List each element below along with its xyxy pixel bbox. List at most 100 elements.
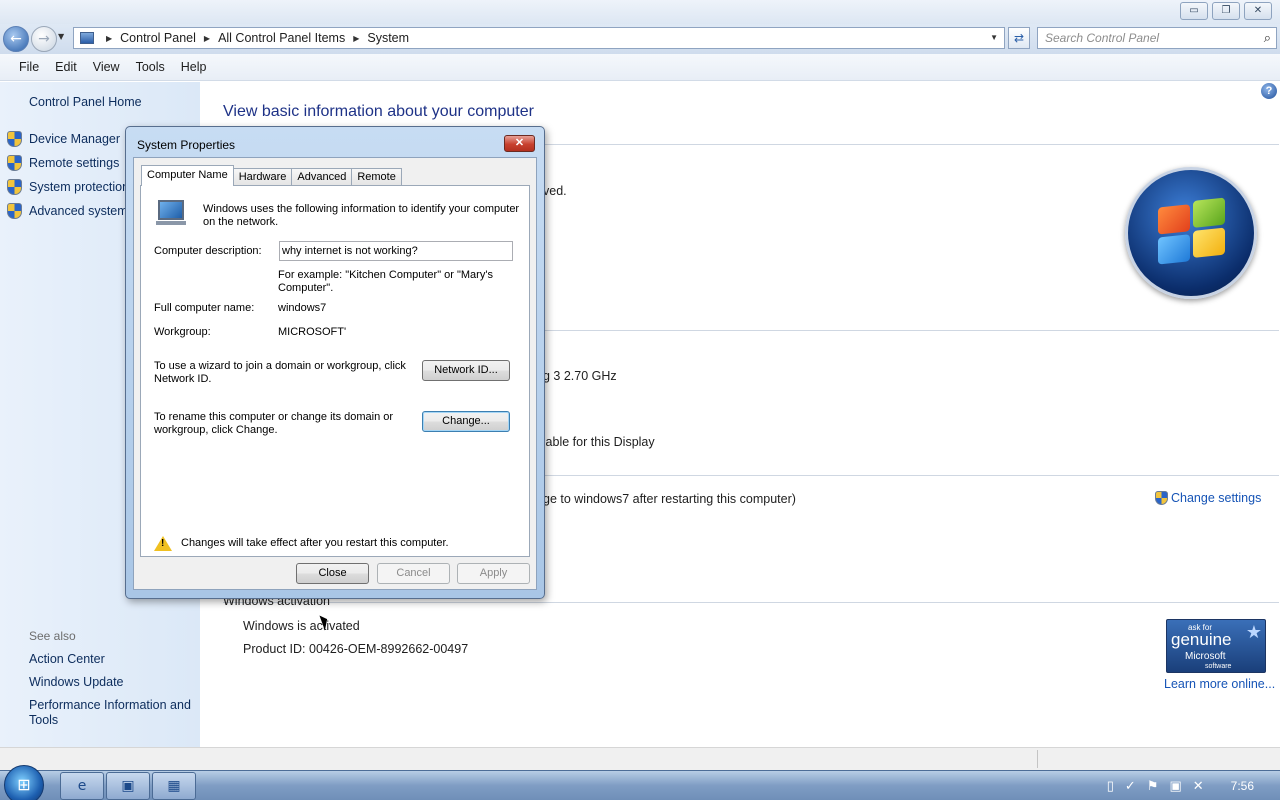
help-icon[interactable]: ? — [1261, 83, 1277, 99]
sidebar-item-label: Remote settings — [29, 156, 120, 170]
close-dialog-button[interactable]: Close — [296, 563, 369, 584]
breadcrumb-chevron-icon[interactable]: ▶ — [204, 34, 210, 43]
menu-tools[interactable]: Tools — [136, 60, 165, 74]
volume-muted-icon[interactable]: ✕ — [1193, 778, 1204, 794]
change-instructions: To rename this computer or change its do… — [154, 411, 394, 436]
activation-status: Windows is activated — [243, 619, 360, 633]
menu-file[interactable]: File — [19, 60, 39, 74]
computer-description-label: Computer description: — [154, 245, 262, 257]
close-button[interactable]: ✕ — [1244, 2, 1272, 20]
tab-advanced[interactable]: Advanced — [291, 168, 353, 186]
network-id-instructions: To use a wizard to join a domain or work… — [154, 360, 406, 385]
internet-explorer-icon: e — [77, 778, 87, 794]
sidebar-item-label: Device Manager — [29, 132, 121, 146]
tab-remote[interactable]: Remote — [351, 168, 402, 186]
start-button[interactable]: ⊞ — [4, 765, 44, 800]
status-divider — [1037, 750, 1038, 768]
recent-pages-dropdown-icon[interactable]: ▼ — [58, 32, 64, 41]
dialog-body: Computer Name Hardware Advanced Remote W… — [133, 157, 537, 590]
cancel-button[interactable]: Cancel — [377, 563, 450, 584]
address-dropdown-icon[interactable]: ▼ — [990, 33, 998, 42]
genuine-software: software — [1205, 663, 1232, 670]
sidebar-item-advanced-system[interactable]: Advanced system — [7, 203, 128, 219]
windows-flag-icon — [1158, 197, 1226, 265]
performance-info-link[interactable]: Performance Information and Tools — [29, 698, 194, 728]
taskbar-windows-explorer[interactable]: ▣ — [106, 772, 150, 800]
windows-logo — [1125, 167, 1257, 299]
genuine-microsoft: Microsoft — [1185, 651, 1226, 662]
taskbar-internet-explorer[interactable]: e — [60, 772, 104, 800]
shield-icon — [7, 131, 22, 147]
dialog-title: System Properties — [137, 138, 236, 152]
divider — [223, 602, 1279, 603]
restart-warning: Changes will take effect after you resta… — [181, 537, 449, 549]
display-icon[interactable]: ▣ — [1169, 778, 1181, 794]
sidebar-item-system-protection[interactable]: System protection — [7, 179, 129, 195]
system-tray: ▯ ✓ ⚑ ▣ ✕ 7:56 — [1107, 771, 1280, 800]
taskbar: ⊞ e ▣ ▦ ▯ ✓ ⚑ ▣ ✕ 7:56 — [0, 765, 1280, 800]
window-title-bar: ▭ ❐ ✕ — [0, 0, 1280, 24]
minimize-button[interactable]: ▭ — [1180, 2, 1208, 20]
page-title: View basic information about your comput… — [223, 103, 534, 120]
windows-update-link[interactable]: Windows Update — [29, 675, 194, 690]
computer-icon — [156, 200, 188, 226]
sidebar-item-label: Advanced system — [29, 204, 128, 218]
forward-button[interactable]: → — [31, 26, 57, 52]
taskbar-control-panel[interactable]: ▦ — [152, 772, 196, 800]
breadcrumb-chevron-icon[interactable]: ▶ — [353, 34, 359, 43]
folder-icon: ▣ — [121, 778, 135, 794]
menu-help[interactable]: Help — [181, 60, 207, 74]
dialog-close-button[interactable]: ✕ — [504, 135, 535, 152]
breadcrumb-chevron-icon[interactable]: ▶ — [106, 34, 112, 43]
change-settings-link[interactable]: Change settings — [1155, 491, 1261, 505]
change-button[interactable]: Change... — [422, 411, 510, 432]
search-icon[interactable]: ⌕ — [1264, 30, 1271, 46]
genuine-word: genuine — [1171, 630, 1232, 649]
tab-computer-name[interactable]: Computer Name — [141, 165, 234, 186]
computer-name-panel: Windows uses the following information t… — [140, 185, 530, 557]
refresh-button[interactable]: ⇄ — [1008, 27, 1030, 49]
sidebar-item-device-manager[interactable]: Device Manager — [7, 131, 120, 147]
system-properties-dialog: System Properties ✕ Computer Name Hardwa… — [125, 126, 545, 599]
clock[interactable]: 7:56 — [1231, 779, 1254, 793]
network-id-button[interactable]: Network ID... — [422, 360, 510, 381]
sidebar-item-label: System protection — [29, 180, 130, 194]
workgroup-value: MICROSOFT' — [278, 326, 347, 338]
maximize-button[interactable]: ❐ — [1212, 2, 1240, 20]
control-panel-home-link[interactable]: Control Panel Home — [29, 95, 142, 109]
address-bar[interactable]: ▶ Control Panel ▶ All Control Panel Item… — [73, 27, 1005, 49]
breadcrumb-system[interactable]: System — [367, 31, 409, 45]
network-icon[interactable]: ✓ — [1125, 778, 1136, 794]
shield-icon — [1155, 491, 1168, 505]
see-also-heading: See also — [29, 629, 76, 643]
computer-description-input[interactable]: why internet is not working? — [279, 241, 513, 261]
status-bar — [0, 747, 1280, 770]
search-input[interactable]: Search Control Panel ⌕ — [1037, 27, 1277, 49]
shield-icon — [7, 155, 22, 171]
full-computer-name-label: Full computer name: — [154, 302, 255, 314]
back-button[interactable]: ← — [3, 26, 29, 52]
action-center-link[interactable]: Action Center — [29, 652, 194, 667]
tab-hardware[interactable]: Hardware — [232, 168, 293, 186]
control-panel-icon: ▦ — [167, 778, 181, 794]
genuine-microsoft-badge[interactable]: ask for genuine Microsoft software ★ — [1166, 619, 1266, 673]
menu-edit[interactable]: Edit — [55, 60, 77, 74]
breadcrumb-all-items[interactable]: All Control Panel Items — [218, 31, 345, 45]
breadcrumb-control-panel[interactable]: Control Panel — [120, 31, 196, 45]
example-text: For example: "Kitchen Computer" or "Mary… — [278, 269, 493, 294]
star-icon: ★ — [1245, 622, 1262, 642]
processor-text-fragment: g 3 2.70 GHz — [543, 369, 617, 383]
apply-button[interactable]: Apply — [457, 563, 530, 584]
change-settings-label: Change settings — [1171, 491, 1262, 505]
intro-text: Windows uses the following information t… — [203, 203, 520, 228]
action-center-flag-icon[interactable]: ⚑ — [1147, 778, 1159, 794]
menu-bar: File Edit View Tools Help — [0, 54, 1280, 81]
full-computer-name-value: windows7 — [278, 302, 327, 314]
document-icon[interactable]: ▯ — [1107, 778, 1114, 794]
workgroup-label: Workgroup: — [154, 326, 211, 338]
sidebar-item-remote-settings[interactable]: Remote settings — [7, 155, 119, 171]
menu-view[interactable]: View — [93, 60, 120, 74]
learn-more-link[interactable]: Learn more online... — [1164, 677, 1275, 691]
control-panel-icon — [80, 32, 94, 44]
tab-strip: Computer Name Hardware Advanced Remote — [141, 165, 402, 186]
